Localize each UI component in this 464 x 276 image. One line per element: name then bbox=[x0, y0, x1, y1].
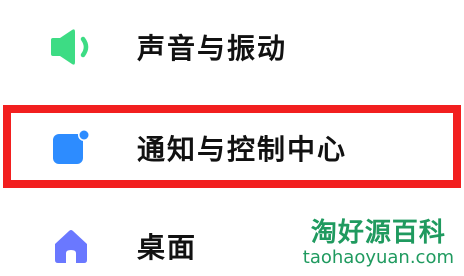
settings-item-label: 桌面 bbox=[137, 231, 198, 264]
watermark-english-text: taohaoyuan.com bbox=[302, 247, 454, 268]
watermark: 淘好源百科 taohaoyuan.com bbox=[303, 218, 454, 268]
highlight-box bbox=[3, 105, 461, 188]
watermark-chinese-text: 淘好源百科 bbox=[310, 218, 446, 248]
settings-item-label: 声音与振动 bbox=[137, 32, 288, 65]
settings-item-sound-vibration[interactable]: 声音与振动 bbox=[0, 9, 464, 85]
home-icon bbox=[47, 226, 95, 266]
settings-screen: 声音与振动 通知与控制中心 桌面 淘好源百科 taohaoyuan.com bbox=[0, 0, 464, 276]
speaker-icon bbox=[47, 27, 95, 67]
